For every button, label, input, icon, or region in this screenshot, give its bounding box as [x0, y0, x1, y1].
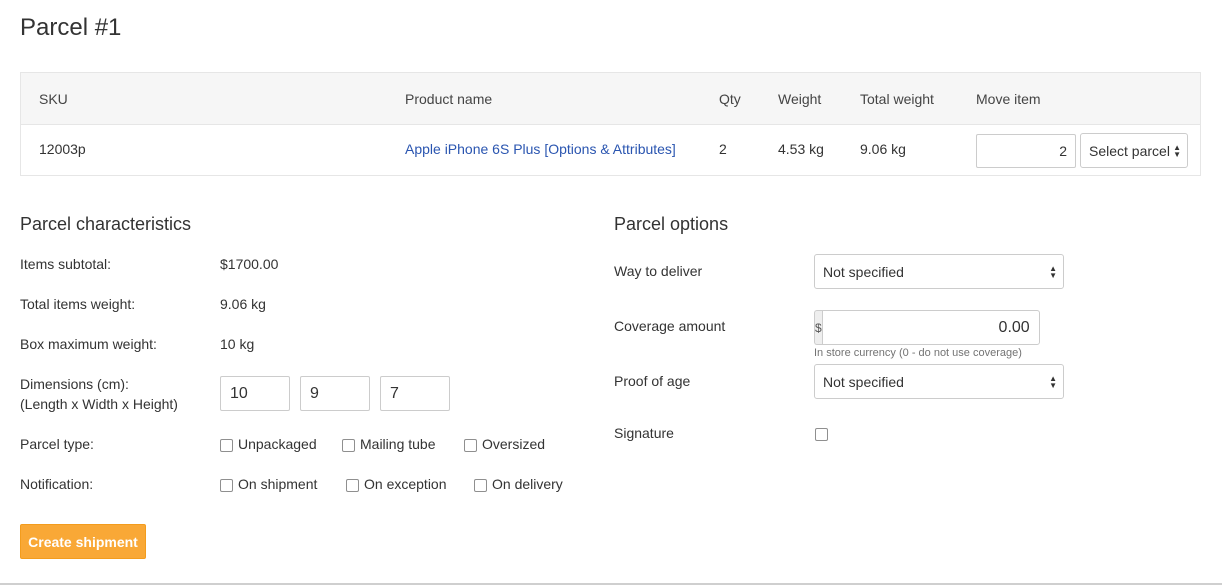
- coverage-amount-input[interactable]: [821, 310, 1040, 345]
- notification-on-exception[interactable]: On exception: [346, 476, 447, 492]
- header-weight: Weight: [778, 91, 822, 107]
- parcel-type-unpackaged[interactable]: Unpackaged: [220, 436, 317, 452]
- on-delivery-checkbox[interactable]: [474, 478, 487, 492]
- select-arrows-icon: ▲ ▼: [1049, 263, 1057, 280]
- notification-label: Notification:: [20, 476, 94, 492]
- select-parcel-dropdown[interactable]: Select parcel ▲ ▼: [1080, 133, 1188, 168]
- oversized-label: Oversized: [482, 436, 546, 452]
- proof-of-age-dropdown[interactable]: Not specified ▲ ▼: [814, 364, 1064, 399]
- on-shipment-label: On shipment: [238, 476, 318, 492]
- way-to-deliver-dropdown[interactable]: Not specified ▲ ▼: [814, 254, 1064, 289]
- parcel-items-table: SKU Product name Qty Weight Total weight…: [20, 72, 1201, 176]
- notification-on-shipment[interactable]: On shipment: [220, 476, 317, 492]
- header-product-name: Product name: [405, 91, 493, 107]
- row-total-weight: 9.06 kg: [860, 141, 906, 157]
- coverage-input-group: $: [814, 310, 1040, 345]
- items-subtotal-value: $1700.00: [220, 256, 279, 272]
- row-qty: 2: [719, 141, 727, 157]
- box-max-weight-value: 10 kg: [220, 336, 255, 352]
- unpackaged-label: Unpackaged: [238, 436, 317, 452]
- oversized-checkbox[interactable]: [464, 438, 477, 452]
- select-arrows-icon: ▲ ▼: [1173, 142, 1181, 159]
- header-qty: Qty: [719, 91, 741, 107]
- notification-on-delivery[interactable]: On delivery: [474, 476, 563, 492]
- move-qty-input[interactable]: [976, 134, 1076, 168]
- parcel-type-oversized[interactable]: Oversized: [464, 436, 545, 452]
- on-exception-label: On exception: [364, 476, 447, 492]
- signature-checkbox[interactable]: [815, 428, 828, 441]
- table-header: SKU Product name Qty Weight Total weight…: [21, 73, 1200, 125]
- parcel-type-mailing-tube[interactable]: Mailing tube: [342, 436, 436, 452]
- header-total-weight: Total weight: [860, 91, 934, 107]
- bottom-divider: [0, 583, 1222, 585]
- signature-label: Signature: [614, 425, 674, 441]
- way-to-deliver-label: Way to deliver: [614, 263, 703, 279]
- width-input[interactable]: [300, 376, 370, 411]
- box-max-weight-label: Box maximum weight:: [20, 336, 157, 352]
- proof-of-age-value: Not specified: [823, 373, 904, 390]
- dimensions-sublabel: (Length x Width x Height): [20, 396, 178, 412]
- select-parcel-value: Select parcel: [1089, 142, 1170, 159]
- proof-of-age-label: Proof of age: [614, 373, 691, 389]
- unpackaged-checkbox[interactable]: [220, 438, 233, 452]
- parcel-type-label: Parcel type:: [20, 436, 94, 452]
- dimensions-label: Dimensions (cm):: [20, 376, 129, 392]
- height-input[interactable]: [380, 376, 450, 411]
- length-input[interactable]: [220, 376, 290, 411]
- total-weight-label: Total items weight:: [20, 296, 136, 312]
- header-move-item: Move item: [976, 91, 1041, 107]
- product-name-link[interactable]: Apple iPhone 6S Plus [Options & Attribut…: [405, 141, 676, 157]
- total-weight-value: 9.06 kg: [220, 296, 266, 312]
- coverage-help-text: In store currency (0 - do not use covera…: [814, 347, 1022, 359]
- characteristics-title: Parcel characteristics: [20, 214, 192, 234]
- table-row: 12003p Apple iPhone 6S Plus [Options & A…: [21, 125, 1200, 175]
- select-arrows-icon: ▲ ▼: [1049, 373, 1057, 390]
- options-title: Parcel options: [614, 214, 729, 234]
- on-exception-checkbox[interactable]: [346, 478, 359, 492]
- currency-addon: $: [814, 310, 822, 345]
- on-shipment-checkbox[interactable]: [220, 478, 233, 492]
- page-title: Parcel #1: [20, 14, 122, 41]
- on-delivery-label: On delivery: [492, 476, 563, 492]
- row-sku: 12003p: [39, 141, 86, 157]
- header-sku: SKU: [39, 91, 68, 107]
- mailing-tube-label: Mailing tube: [360, 436, 436, 452]
- way-to-deliver-value: Not specified: [823, 263, 904, 280]
- coverage-amount-label: Coverage amount: [614, 318, 726, 334]
- create-shipment-button[interactable]: Create shipment: [20, 524, 146, 559]
- row-weight: 4.53 kg: [778, 141, 824, 157]
- mailing-tube-checkbox[interactable]: [342, 438, 355, 452]
- items-subtotal-label: Items subtotal:: [20, 256, 112, 272]
